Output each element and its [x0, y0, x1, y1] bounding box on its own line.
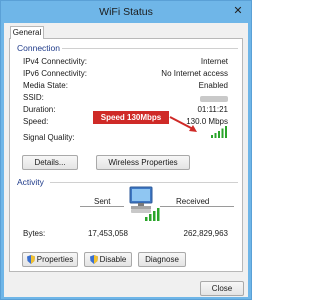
speed-annotation: Speed 130Mbps: [93, 111, 169, 124]
close-button[interactable]: Close: [200, 281, 244, 296]
ipv4-label: IPv4 Connectivity:: [23, 57, 88, 66]
bytes-received-value: 262,829,963: [183, 229, 229, 238]
annotation-arrow-icon: [169, 116, 197, 132]
sent-label: Sent: [94, 197, 111, 206]
media-state-value: Enabled: [198, 81, 228, 90]
properties-label: Properties: [36, 255, 74, 264]
bytes-sent-value: 17,453,058: [87, 229, 128, 238]
shield-icon: [26, 255, 35, 264]
dialog-body: General Connection IPv4 Connectivity: In…: [4, 23, 248, 297]
signal-bars-icon: [211, 126, 227, 138]
received-label: Received: [176, 197, 210, 206]
duration-value: 01:11:21: [197, 105, 228, 114]
ipv6-label: IPv6 Connectivity:: [23, 69, 88, 78]
speed-label: Speed:: [23, 117, 49, 126]
details-button[interactable]: Details...: [22, 155, 78, 170]
ipv6-value: No Internet access: [161, 69, 228, 78]
disable-button[interactable]: Disable: [84, 252, 132, 267]
disable-label: Disable: [99, 255, 127, 264]
close-window-icon[interactable]: ✕: [229, 4, 247, 19]
wifi-status-window: WiFi Status ✕ General Connection IPv4 Co…: [0, 0, 252, 300]
properties-button[interactable]: Properties: [22, 252, 78, 267]
activity-heading: Activity: [17, 177, 44, 187]
media-state-label: Media State:: [23, 81, 68, 90]
connection-divider: [62, 48, 238, 49]
general-tab-panel: Connection IPv4 Connectivity: Internet I…: [9, 38, 243, 272]
network-computer-icon: [129, 186, 160, 221]
ssid-value-redacted: [200, 94, 228, 103]
wireless-properties-button[interactable]: Wireless Properties: [96, 155, 190, 170]
received-line: [160, 206, 234, 207]
ssid-label: SSID:: [23, 93, 44, 102]
connection-heading: Connection: [17, 43, 61, 53]
ipv4-value: Internet: [200, 57, 228, 66]
sent-line: [80, 206, 124, 207]
bytes-label: Bytes:: [23, 229, 46, 238]
signal-quality-label: Signal Quality:: [23, 133, 75, 142]
shield-icon: [89, 255, 98, 264]
tab-general[interactable]: General: [10, 26, 44, 39]
activity-divider: [50, 182, 238, 183]
diagnose-button[interactable]: Diagnose: [138, 252, 186, 267]
title-bar[interactable]: WiFi Status ✕: [1, 1, 251, 23]
duration-label: Duration:: [23, 105, 56, 114]
window-title: WiFi Status: [99, 6, 153, 18]
